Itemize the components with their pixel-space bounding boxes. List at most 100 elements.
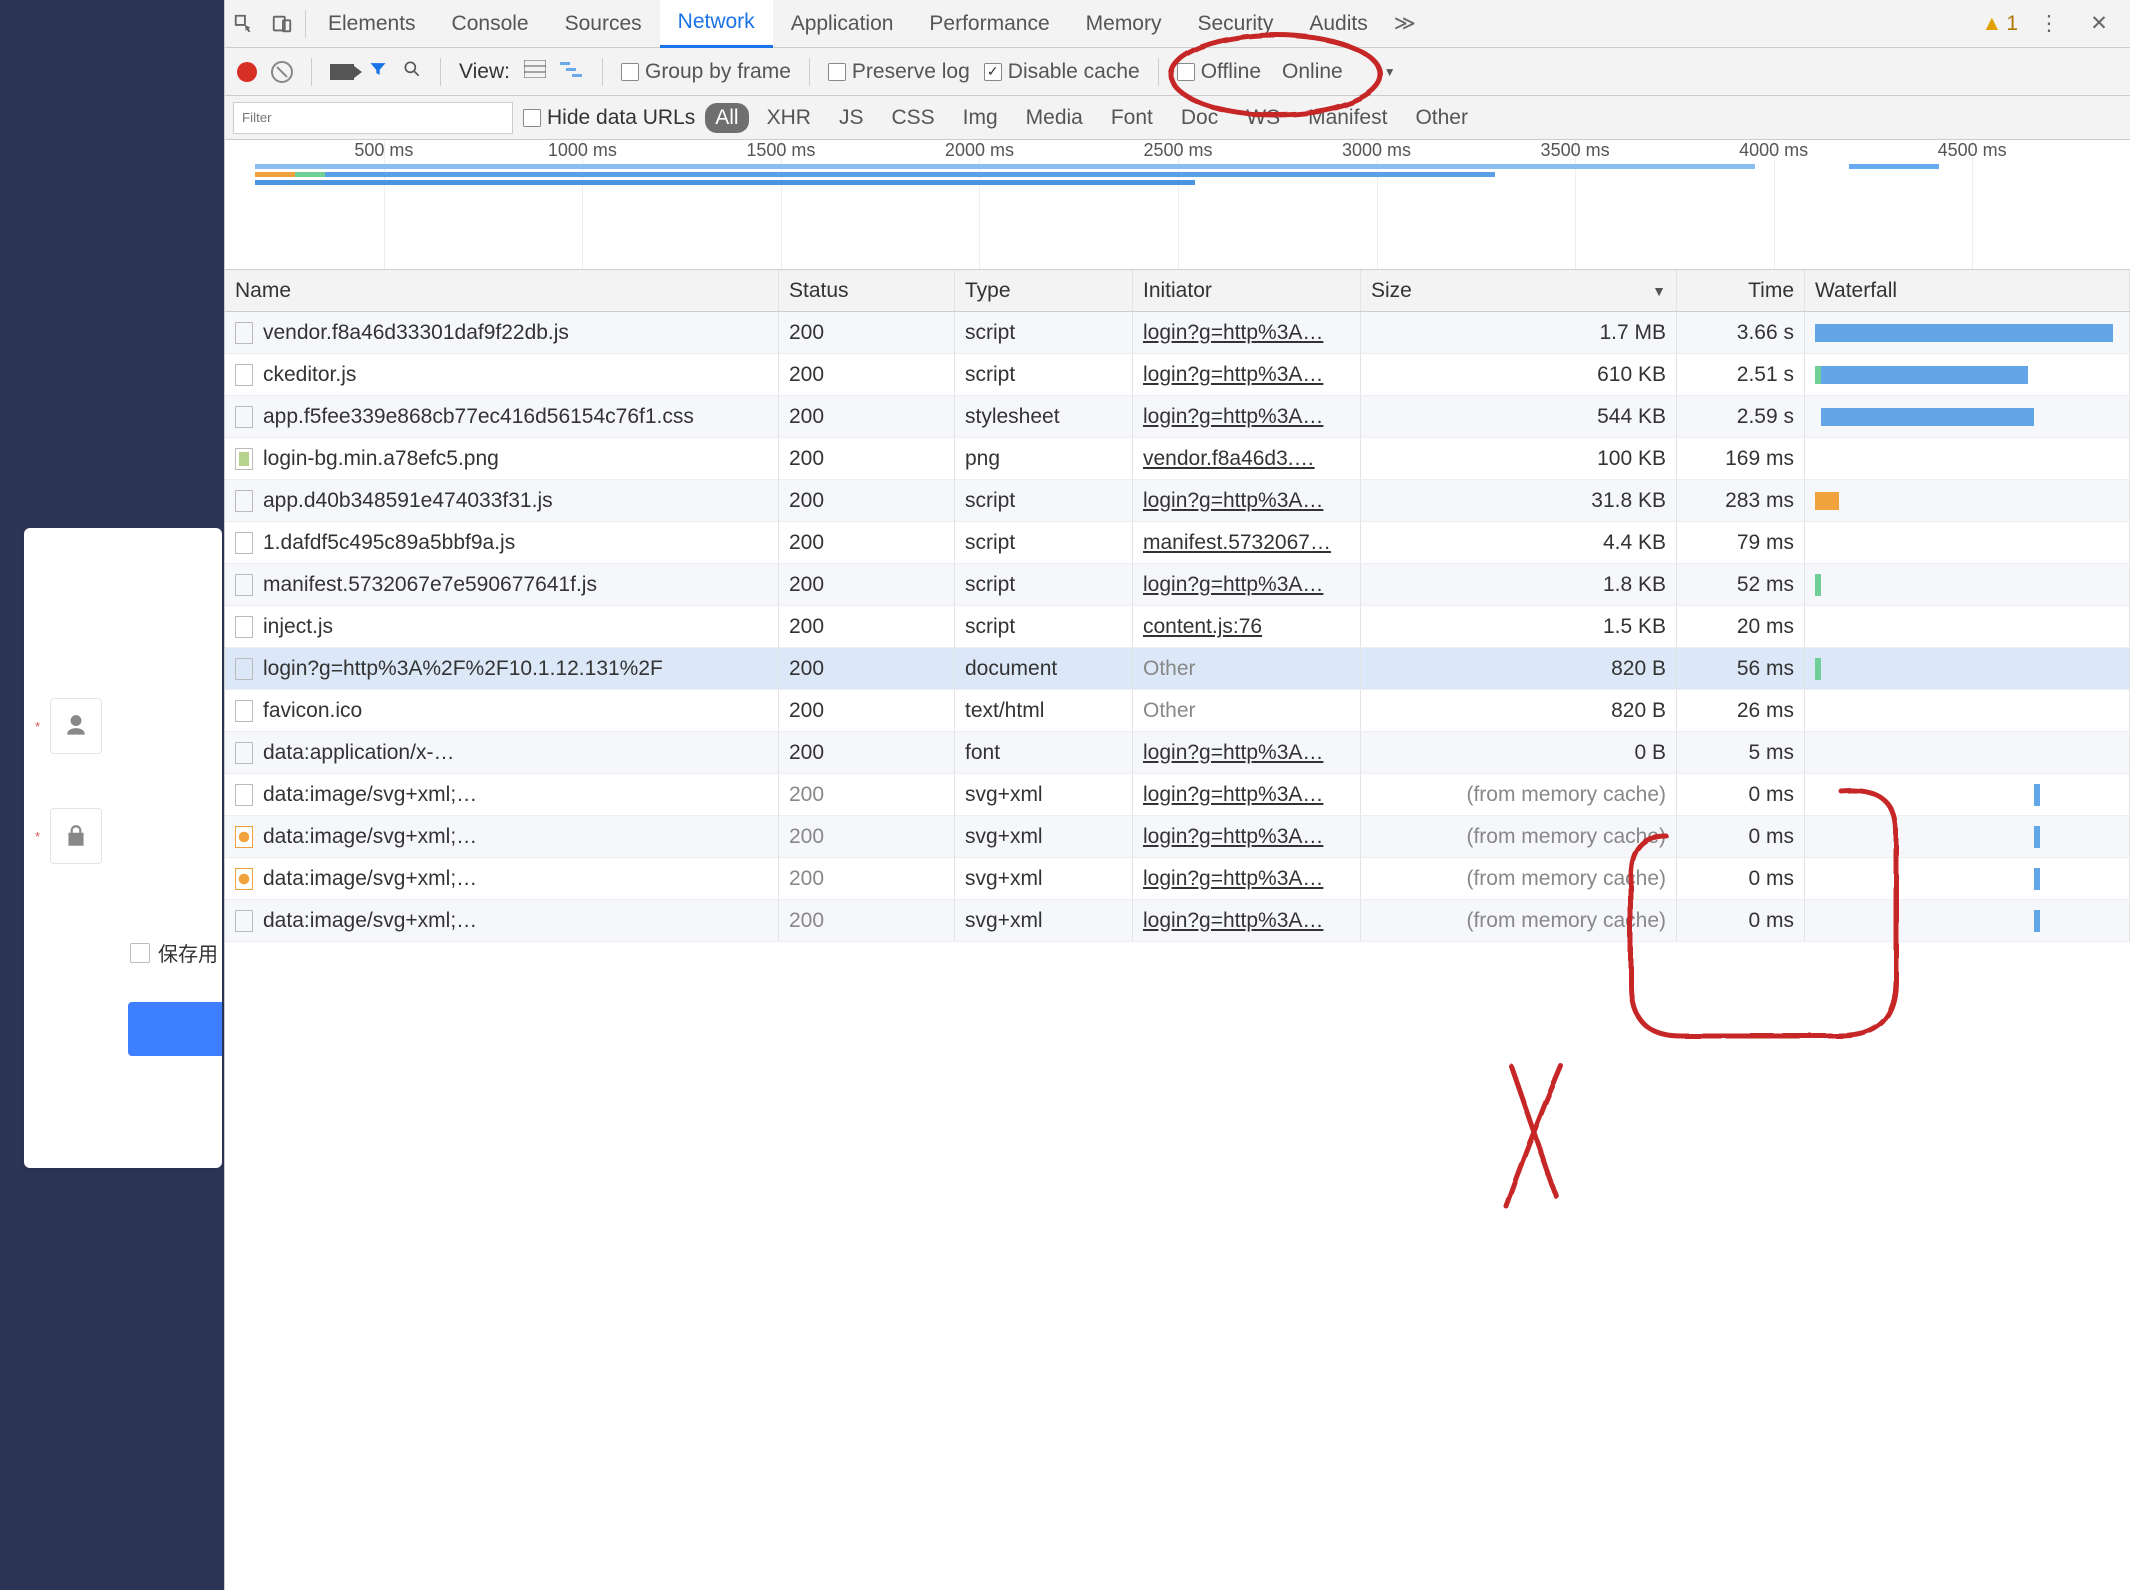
col-name[interactable]: Name bbox=[225, 270, 779, 311]
screenshot-icon[interactable] bbox=[330, 64, 354, 80]
table-row[interactable]: data:image/svg+xml;…200svg+xmllogin?g=ht… bbox=[225, 774, 2130, 816]
table-row[interactable]: data:image/svg+xml;…200svg+xmllogin?g=ht… bbox=[225, 858, 2130, 900]
col-type[interactable]: Type bbox=[955, 270, 1133, 311]
col-waterfall[interactable]: Waterfall bbox=[1805, 270, 2130, 311]
filter-chip-xhr[interactable]: XHR bbox=[757, 103, 821, 133]
request-initiator[interactable]: login?g=http%3A… bbox=[1143, 405, 1323, 429]
request-initiator[interactable]: vendor.f8a46d3.… bbox=[1143, 447, 1315, 471]
requests-table: Name Status Type Initiator Size▼ Time Wa… bbox=[225, 270, 2130, 1590]
table-row[interactable]: data:image/svg+xml;…200svg+xmllogin?g=ht… bbox=[225, 900, 2130, 942]
remember-checkbox[interactable] bbox=[130, 943, 150, 963]
table-row[interactable]: data:image/svg+xml;…200svg+xmllogin?g=ht… bbox=[225, 816, 2130, 858]
request-time: 283 ms bbox=[1677, 480, 1805, 521]
filter-input[interactable] bbox=[233, 102, 513, 134]
tab-audits[interactable]: Audits bbox=[1291, 0, 1385, 48]
filter-chip-media[interactable]: Media bbox=[1016, 103, 1093, 133]
table-row[interactable]: data:application/x-…200fontlogin?g=http%… bbox=[225, 732, 2130, 774]
throttling-select[interactable]: Online bbox=[1275, 59, 1350, 85]
throttling-caret-icon[interactable]: ▼ bbox=[1384, 65, 1396, 79]
tab-sources[interactable]: Sources bbox=[547, 0, 660, 48]
filter-chip-all[interactable]: All bbox=[705, 103, 748, 133]
filter-chip-other[interactable]: Other bbox=[1405, 103, 1478, 133]
filter-chip-font[interactable]: Font bbox=[1101, 103, 1163, 133]
filter-chip-img[interactable]: Img bbox=[953, 103, 1008, 133]
request-initiator[interactable]: login?g=http%3A… bbox=[1143, 741, 1323, 765]
table-header[interactable]: Name Status Type Initiator Size▼ Time Wa… bbox=[225, 270, 2130, 312]
view-waterfall-icon[interactable] bbox=[560, 60, 584, 84]
close-devtools-icon[interactable]: ✕ bbox=[2080, 0, 2118, 48]
remember-row[interactable]: 保存用 bbox=[130, 938, 218, 967]
table-row[interactable]: vendor.f8a46d33301daf9f22db.js200scriptl… bbox=[225, 312, 2130, 354]
request-type: script bbox=[955, 312, 1133, 353]
table-row[interactable]: inject.js200scriptcontent.js:761.5 KB20 … bbox=[225, 606, 2130, 648]
request-status: 200 bbox=[779, 816, 955, 857]
warning-count[interactable]: ▲ 1 bbox=[1982, 12, 2018, 36]
filter-chip-js[interactable]: JS bbox=[829, 103, 874, 133]
col-initiator[interactable]: Initiator bbox=[1133, 270, 1361, 311]
request-time: 0 ms bbox=[1677, 816, 1805, 857]
kebab-menu-icon[interactable]: ⋮ bbox=[2030, 0, 2068, 48]
required-marker: * bbox=[24, 719, 44, 734]
col-status[interactable]: Status bbox=[779, 270, 955, 311]
table-row[interactable]: 1.dafdf5c495c89a5bbf9a.js200scriptmanife… bbox=[225, 522, 2130, 564]
request-initiator[interactable]: login?g=http%3A… bbox=[1143, 909, 1323, 933]
inspect-icon[interactable] bbox=[225, 0, 263, 48]
filter-chip-css[interactable]: CSS bbox=[881, 103, 944, 133]
table-row[interactable]: login-bg.min.a78efc5.png200pngvendor.f8a… bbox=[225, 438, 2130, 480]
tabs-overflow-icon[interactable]: ≫ bbox=[1386, 0, 1424, 48]
request-initiator[interactable]: login?g=http%3A… bbox=[1143, 321, 1323, 345]
tab-memory[interactable]: Memory bbox=[1068, 0, 1180, 48]
tab-application[interactable]: Application bbox=[773, 0, 912, 48]
request-initiator[interactable]: login?g=http%3A… bbox=[1143, 489, 1323, 513]
tab-elements[interactable]: Elements bbox=[310, 0, 434, 48]
hide-data-urls-checkbox[interactable]: Hide data URLs bbox=[523, 106, 695, 130]
record-button[interactable] bbox=[237, 62, 257, 82]
request-size: (from memory cache) bbox=[1361, 858, 1677, 899]
tab-network[interactable]: Network bbox=[660, 0, 773, 48]
col-size[interactable]: Size▼ bbox=[1361, 270, 1677, 311]
disable-cache-checkbox[interactable]: Disable cache bbox=[984, 60, 1140, 84]
request-type: svg+xml bbox=[955, 858, 1133, 899]
request-waterfall bbox=[1805, 858, 2130, 899]
request-initiator[interactable]: login?g=http%3A… bbox=[1143, 867, 1323, 891]
request-type: script bbox=[955, 480, 1133, 521]
table-row[interactable]: login?g=http%3A%2F%2F10.1.12.131%2F200do… bbox=[225, 648, 2130, 690]
request-initiator[interactable]: login?g=http%3A… bbox=[1143, 363, 1323, 387]
offline-checkbox[interactable]: Offline bbox=[1177, 60, 1261, 84]
table-row[interactable]: ckeditor.js200scriptlogin?g=http%3A…610 … bbox=[225, 354, 2130, 396]
request-time: 0 ms bbox=[1677, 858, 1805, 899]
file-icon bbox=[235, 700, 253, 722]
request-initiator[interactable]: manifest.5732067… bbox=[1143, 531, 1331, 555]
preserve-log-checkbox[interactable]: Preserve log bbox=[828, 60, 970, 84]
view-large-icon[interactable] bbox=[524, 60, 546, 84]
request-initiator[interactable]: login?g=http%3A… bbox=[1143, 783, 1323, 807]
request-waterfall bbox=[1805, 396, 2130, 437]
username-field-icon[interactable] bbox=[50, 698, 102, 754]
filter-toggle-icon[interactable] bbox=[368, 59, 388, 85]
device-toggle-icon[interactable] bbox=[263, 0, 301, 48]
tab-console[interactable]: Console bbox=[434, 0, 547, 48]
login-button[interactable] bbox=[128, 1002, 222, 1056]
filter-chip-manifest[interactable]: Manifest bbox=[1298, 103, 1397, 133]
group-by-frame-checkbox[interactable]: Group by frame bbox=[621, 60, 791, 84]
table-row[interactable]: manifest.5732067e7e590677641f.js200scrip… bbox=[225, 564, 2130, 606]
password-field-icon[interactable] bbox=[50, 808, 102, 864]
request-time: 3.66 s bbox=[1677, 312, 1805, 353]
request-initiator[interactable]: content.js:76 bbox=[1143, 615, 1262, 639]
filter-chip-doc[interactable]: Doc bbox=[1171, 103, 1228, 133]
search-icon[interactable] bbox=[402, 59, 422, 85]
filter-chip-ws[interactable]: WS bbox=[1236, 103, 1290, 133]
request-initiator[interactable]: login?g=http%3A… bbox=[1143, 825, 1323, 849]
tab-security[interactable]: Security bbox=[1179, 0, 1291, 48]
table-row[interactable]: app.f5fee339e868cb77ec416d56154c76f1.css… bbox=[225, 396, 2130, 438]
col-time[interactable]: Time bbox=[1677, 270, 1805, 311]
request-status: 200 bbox=[779, 858, 955, 899]
table-row[interactable]: favicon.ico200text/htmlOther820 B26 ms bbox=[225, 690, 2130, 732]
clear-button[interactable] bbox=[271, 61, 293, 83]
tab-performance[interactable]: Performance bbox=[911, 0, 1067, 48]
overview-timeline[interactable]: 500 ms1000 ms1500 ms2000 ms2500 ms3000 m… bbox=[225, 140, 2130, 270]
request-initiator[interactable]: login?g=http%3A… bbox=[1143, 573, 1323, 597]
table-row[interactable]: app.d40b348591e474033f31.js200scriptlogi… bbox=[225, 480, 2130, 522]
request-waterfall bbox=[1805, 438, 2130, 479]
request-size: 1.7 MB bbox=[1361, 312, 1677, 353]
